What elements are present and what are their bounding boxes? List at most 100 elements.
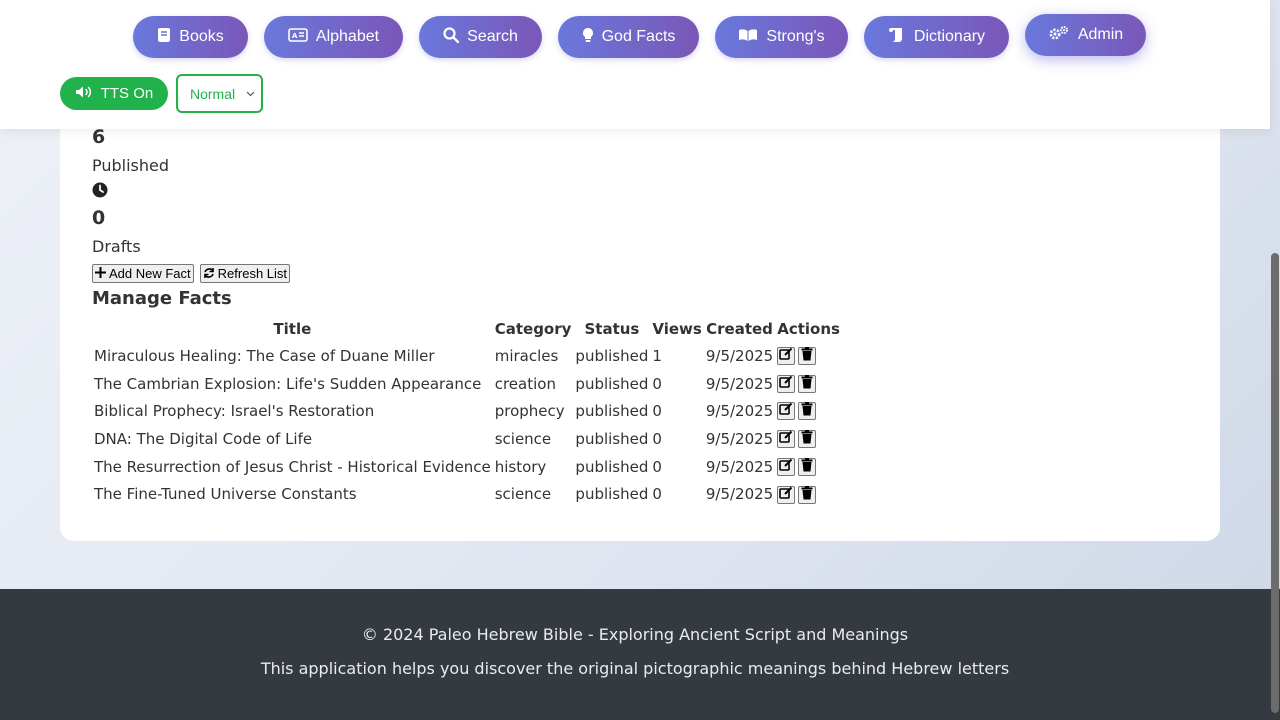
fact-views: 0 [652, 402, 662, 421]
nav-books-label: Books [179, 28, 224, 45]
published-label: Published [92, 156, 170, 175]
edit-fact-button[interactable] [777, 485, 796, 504]
fact-status: published [575, 485, 649, 504]
fact-actions-cell [775, 370, 842, 398]
delete-fact-button[interactable] [798, 374, 817, 393]
nav-admin-button[interactable]: Admin [1025, 14, 1146, 56]
book-icon [157, 27, 171, 48]
add-new-fact-button[interactable]: Add New Fact [92, 264, 194, 283]
delete-fact-button[interactable] [798, 402, 817, 421]
tts-toggle-button[interactable]: TTS On [60, 77, 168, 110]
table-row: The Fine-Tuned Universe Constants science… [92, 480, 842, 508]
scrollbar-thumb[interactable] [1271, 253, 1279, 713]
fact-actions-cell [775, 342, 842, 370]
trash-icon [801, 374, 813, 393]
fact-actions-cell [775, 453, 842, 481]
nav-books-button[interactable]: Books [133, 16, 248, 58]
section-title: Manage Facts [92, 288, 232, 309]
search-icon [443, 26, 460, 48]
footer-tagline: This application helps you discover the … [260, 659, 1010, 678]
trash-icon [801, 457, 813, 476]
svg-text:A: A [292, 32, 298, 40]
edit-fact-button[interactable] [777, 374, 796, 393]
tts-label: TTS On [100, 85, 154, 102]
edit-fact-button[interactable] [777, 402, 796, 421]
scroll-icon [888, 27, 906, 48]
delete-fact-button[interactable] [798, 347, 817, 366]
nav-admin-label: Admin [1077, 26, 1124, 43]
fact-status: published [575, 374, 649, 393]
drafts-label: Drafts [92, 237, 141, 256]
fact-title: The Cambrian Explosion: Life's Sudden Ap… [94, 374, 482, 393]
alphabet-card-icon: A [288, 27, 308, 47]
nav-strongs-button[interactable]: Strong's [715, 16, 848, 58]
fact-actions-cell [775, 397, 842, 425]
top-header: Books A Alphabet Search God Facts Strong… [0, 0, 1270, 129]
fact-category: history [494, 457, 547, 476]
fact-status: published [575, 457, 649, 476]
nav-alphabet-button[interactable]: A Alphabet [264, 16, 403, 58]
add-new-fact-label: Add New Fact [109, 266, 191, 281]
edit-fact-button[interactable] [777, 347, 796, 366]
header-status: Status [584, 320, 640, 338]
edit-fact-button[interactable] [777, 430, 796, 449]
nav-god-facts-label: God Facts [601, 28, 676, 45]
nav-god-facts-button[interactable]: God Facts [558, 16, 699, 58]
fact-title: Miraculous Healing: The Case of Duane Mi… [94, 346, 435, 365]
fact-title: The Resurrection of Jesus Christ - Histo… [94, 457, 491, 476]
refresh-list-label: Refresh List [217, 266, 288, 281]
plus-icon [95, 267, 106, 280]
edit-icon [779, 375, 793, 393]
speech-speed-select[interactable]: Normal [176, 74, 263, 113]
table-row: Miraculous Healing: The Case of Duane Mi… [92, 342, 842, 370]
edit-fact-button[interactable] [777, 457, 796, 476]
fact-created: 9/5/2025 [705, 346, 774, 365]
delete-fact-button[interactable] [798, 457, 817, 476]
fact-actions: Add New Fact Refresh List [92, 264, 291, 283]
footer: © 2024 Paleo Hebrew Bible - Exploring An… [0, 589, 1280, 720]
fact-views: 0 [652, 485, 662, 504]
speech-speed-value: Normal [190, 85, 236, 102]
open-book-icon [738, 28, 758, 47]
table-row: The Resurrection of Jesus Christ - Histo… [92, 453, 842, 481]
header-category: Category [494, 320, 572, 338]
fact-category: creation [494, 374, 556, 393]
fact-category: science [494, 429, 552, 448]
trash-icon [801, 402, 813, 420]
fact-status: published [575, 402, 649, 421]
fact-category: miracles [494, 346, 559, 365]
fact-title: The Fine-Tuned Universe Constants [94, 485, 357, 504]
trash-icon [801, 430, 813, 448]
edit-icon [779, 402, 793, 420]
clock-icon [92, 182, 108, 198]
nav-dictionary-label: Dictionary [913, 28, 986, 45]
edit-icon [779, 430, 793, 448]
fact-actions-cell [775, 425, 842, 453]
fact-actions-cell [775, 480, 842, 508]
footer-copyright: © 2024 Paleo Hebrew Bible - Exploring An… [361, 625, 909, 644]
fact-views: 0 [652, 457, 662, 476]
delete-fact-button[interactable] [798, 430, 817, 449]
edit-icon [779, 347, 793, 365]
chevron-down-icon [246, 88, 255, 100]
fact-title: Biblical Prophecy: Israel's Restoration [94, 402, 375, 421]
fact-category: prophecy [494, 402, 565, 421]
fact-status: published [575, 429, 649, 448]
fact-created: 9/5/2025 [705, 429, 774, 448]
page-scrollbar[interactable] [1270, 0, 1280, 720]
fact-views: 1 [652, 346, 662, 365]
nav-search-button[interactable]: Search [419, 16, 542, 58]
edit-icon [779, 458, 793, 476]
published-count: 6 [92, 126, 106, 148]
header-actions: Actions [777, 320, 840, 338]
fact-created: 9/5/2025 [705, 485, 774, 504]
refresh-list-button[interactable]: Refresh List [199, 264, 291, 283]
refresh-icon [203, 267, 215, 281]
delete-fact-button[interactable] [798, 485, 817, 504]
gears-icon [1048, 25, 1070, 46]
nav-dictionary-button[interactable]: Dictionary [864, 16, 1009, 58]
fact-created: 9/5/2025 [705, 374, 774, 393]
header-created: Created [706, 320, 773, 338]
table-row: Biblical Prophecy: Israel's Restoration p… [92, 397, 842, 425]
table-row: The Cambrian Explosion: Life's Sudden Ap… [92, 370, 842, 398]
